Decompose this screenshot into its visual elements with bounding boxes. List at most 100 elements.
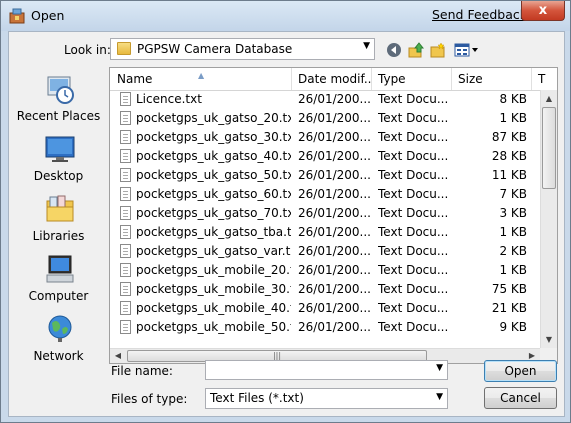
- column-header-label: Name: [117, 72, 153, 86]
- look-in-combo[interactable]: PGPSW Camera Database ▼: [110, 38, 375, 60]
- text-file-icon: [120, 301, 131, 315]
- file-date: 26/01/200...: [298, 244, 371, 258]
- vertical-scrollbar[interactable]: ▲ ▼: [540, 90, 557, 348]
- file-date: 26/01/200...: [298, 301, 371, 315]
- look-in-value: PGPSW Camera Database: [137, 42, 293, 56]
- send-feedback-link[interactable]: Send Feedback: [432, 7, 527, 22]
- place-libraries[interactable]: Libraries: [11, 193, 106, 251]
- recent-places-icon: [47, 76, 74, 104]
- file-row[interactable]: pocketgps_uk_gatso_60.txt 26/01/200... T…: [110, 185, 540, 204]
- column-header-date[interactable]: Date modif...: [292, 68, 372, 90]
- file-row[interactable]: pocketgps_uk_gatso_50.txt 26/01/200... T…: [110, 166, 540, 185]
- file-row[interactable]: pocketgps_uk_gatso_var.txt 26/01/200... …: [110, 242, 540, 261]
- file-date: 26/01/200...: [298, 168, 371, 182]
- scroll-up-icon[interactable]: ▲: [541, 90, 557, 107]
- open-button[interactable]: Open: [484, 360, 557, 382]
- file-name: pocketgps_uk_gatso_50.txt: [136, 168, 291, 182]
- file-row[interactable]: pocketgps_uk_gatso_tba.txt 26/01/200... …: [110, 223, 540, 242]
- place-recent-places[interactable]: Recent Places: [11, 73, 106, 131]
- file-date: 26/01/200...: [298, 92, 371, 106]
- look-in-label: Look in:: [64, 43, 111, 57]
- open-dialog: Open Send Feedback x Look in: PGPSW Came…: [0, 0, 571, 423]
- file-date: 26/01/200...: [298, 282, 371, 296]
- place-label: Recent Places: [16, 109, 101, 123]
- file-size: 7 KB: [499, 187, 527, 201]
- file-name: pocketgps_uk_mobile_20.txt: [136, 263, 291, 277]
- column-header-label: Size: [458, 72, 483, 86]
- file-type-value: Text Files (*.txt): [210, 391, 304, 405]
- close-icon: x: [538, 3, 548, 18]
- file-date: 26/01/200...: [298, 320, 371, 334]
- window-title: Open: [31, 8, 65, 23]
- file-type: Text Docu...: [378, 130, 449, 144]
- place-network[interactable]: Network: [11, 313, 106, 371]
- vertical-scroll-thumb[interactable]: [542, 107, 556, 189]
- place-label: Network: [33, 349, 84, 363]
- close-button[interactable]: x: [521, 1, 565, 21]
- file-name: pocketgps_uk_mobile_40.txt: [136, 301, 291, 315]
- file-row[interactable]: pocketgps_uk_mobile_50.txt 26/01/200... …: [110, 318, 540, 348]
- file-row[interactable]: pocketgps_uk_gatso_70.txt 26/01/200... T…: [110, 204, 540, 223]
- text-file-icon: [120, 263, 131, 277]
- file-row[interactable]: pocketgps_uk_gatso_30.txt 26/01/200... T…: [110, 128, 540, 147]
- file-type: Text Docu...: [378, 187, 449, 201]
- file-date: 26/01/200...: [298, 206, 371, 220]
- text-file-icon: [120, 320, 131, 334]
- column-header-name[interactable]: ▲ Name: [110, 68, 292, 90]
- libraries-icon: [46, 195, 74, 222]
- new-folder-icon[interactable]: [429, 41, 447, 59]
- chevron-down-icon[interactable]: ▼: [436, 363, 443, 373]
- text-file-icon: [120, 187, 131, 201]
- column-header-label: T: [538, 72, 546, 86]
- folder-icon: [117, 42, 131, 55]
- scroll-left-icon[interactable]: ◀: [110, 348, 126, 363]
- file-type: Text Docu...: [378, 149, 449, 163]
- place-computer[interactable]: Computer: [11, 253, 106, 311]
- file-size: 3 KB: [499, 206, 527, 220]
- dialog-body: Look in: PGPSW Camera Database ▼ Recent …: [8, 31, 565, 417]
- file-size: 8 KB: [499, 92, 527, 106]
- file-name: pocketgps_uk_gatso_70.txt: [136, 206, 291, 220]
- file-type: Text Docu...: [378, 206, 449, 220]
- title-bar[interactable]: Open Send Feedback x: [1, 1, 570, 31]
- file-row[interactable]: pocketgps_uk_mobile_30.txt 26/01/200... …: [110, 280, 540, 299]
- column-header-size[interactable]: Size: [452, 68, 532, 90]
- file-name: pocketgps_uk_gatso_60.txt: [136, 187, 291, 201]
- file-date: 26/01/200...: [298, 149, 371, 163]
- text-file-icon: [120, 244, 131, 258]
- up-folder-icon[interactable]: [407, 41, 425, 59]
- file-name-label: File name:: [111, 364, 173, 378]
- file-date: 26/01/200...: [298, 111, 371, 125]
- column-header-type[interactable]: Type: [372, 68, 452, 90]
- file-size: 75 KB: [491, 282, 527, 296]
- views-menu-icon[interactable]: [454, 41, 480, 59]
- file-date: 26/01/200...: [298, 130, 371, 144]
- file-name-field[interactable]: ▼: [205, 360, 448, 380]
- file-type: Text Docu...: [378, 263, 449, 277]
- back-icon[interactable]: [385, 41, 403, 59]
- file-date: 26/01/200...: [298, 263, 371, 277]
- scroll-down-icon[interactable]: ▼: [541, 331, 557, 348]
- file-name: pocketgps_uk_mobile_30.txt: [136, 282, 291, 296]
- file-row[interactable]: pocketgps_uk_gatso_20.txt 26/01/200... T…: [110, 109, 540, 128]
- place-desktop[interactable]: Desktop: [11, 133, 106, 191]
- column-header-tags[interactable]: T: [532, 68, 557, 90]
- file-type: Text Docu...: [378, 168, 449, 182]
- file-size: 9 KB: [499, 320, 527, 334]
- chevron-down-icon[interactable]: ▼: [363, 41, 370, 51]
- file-row[interactable]: pocketgps_uk_mobile_40.txt 26/01/200... …: [110, 299, 540, 318]
- file-type-select[interactable]: Text Files (*.txt) ▼: [205, 388, 448, 409]
- file-row[interactable]: pocketgps_uk_mobile_20.txt 26/01/200... …: [110, 261, 540, 280]
- file-type: Text Docu...: [378, 244, 449, 258]
- desktop-icon: [45, 136, 75, 162]
- file-row[interactable]: pocketgps_uk_gatso_40.txt 26/01/200... T…: [110, 147, 540, 166]
- cancel-button[interactable]: Cancel: [484, 387, 557, 409]
- file-size: 2 KB: [499, 244, 527, 258]
- chevron-down-icon[interactable]: ▼: [436, 392, 443, 402]
- file-date: 26/01/200...: [298, 225, 371, 239]
- file-list[interactable]: ▲ Name Date modif... Type Size T Licence…: [109, 67, 558, 364]
- file-row[interactable]: Licence.txt 26/01/200... Text Docu... 8 …: [110, 90, 540, 109]
- place-label: Desktop: [33, 169, 84, 183]
- file-size: 1 KB: [499, 225, 527, 239]
- file-size: 87 KB: [491, 130, 527, 144]
